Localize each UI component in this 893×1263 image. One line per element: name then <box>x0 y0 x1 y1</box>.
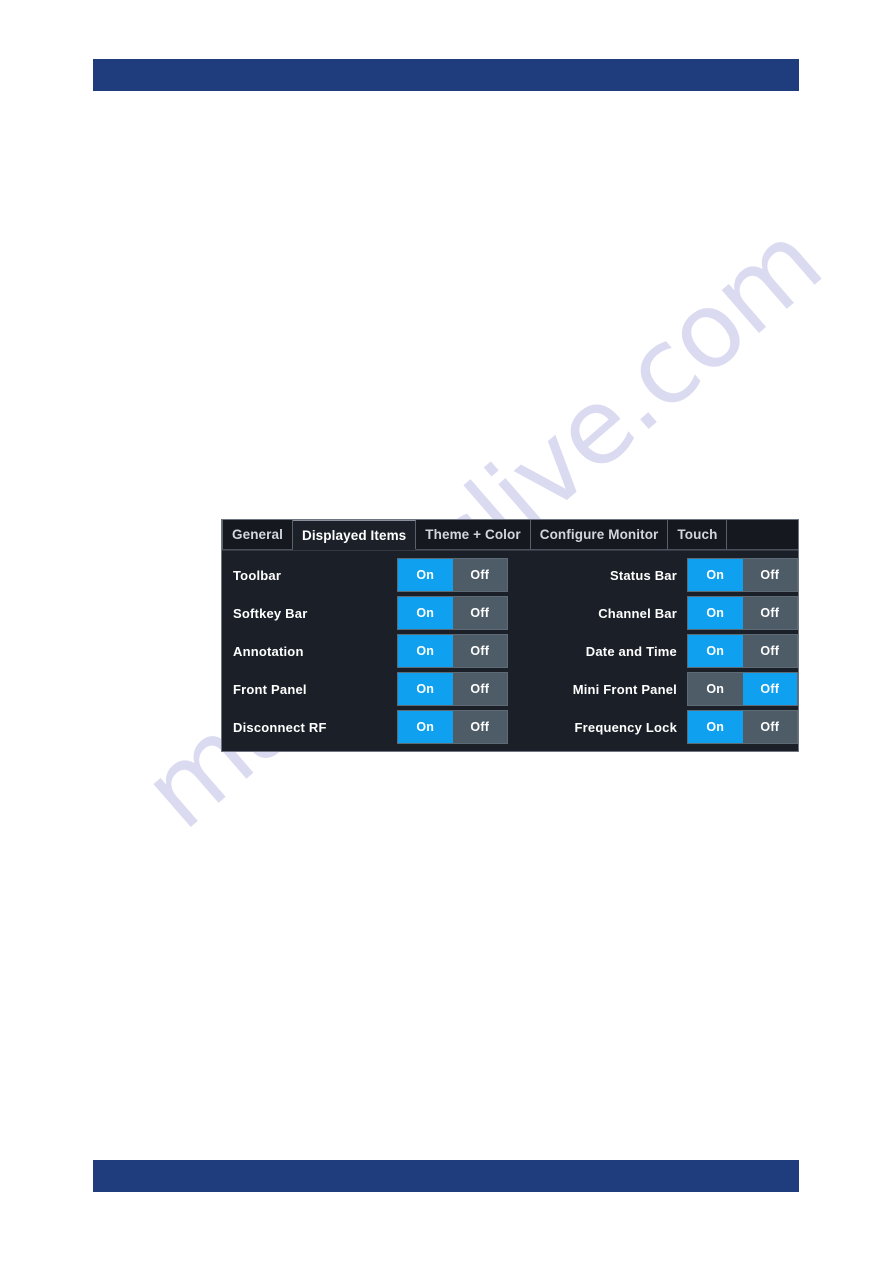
left-settings-column: Toolbar On Off Softkey Bar On Off Annota… <box>222 556 510 746</box>
setting-row-frequency-lock: Frequency Lock On Off <box>510 708 798 746</box>
setting-row-annotation: Annotation On Off <box>222 632 510 670</box>
toggle-front-panel[interactable]: On Off <box>397 672 508 706</box>
toggle-date-and-time[interactable]: On Off <box>687 634 798 668</box>
tab-configure-monitor-label: Configure Monitor <box>539 527 659 542</box>
tab-theme-color[interactable]: Theme + Color <box>416 520 531 549</box>
toggle-front-panel-off[interactable]: Off <box>453 673 508 705</box>
toggle-softkey-bar-on[interactable]: On <box>398 597 453 629</box>
toggle-date-and-time-on[interactable]: On <box>688 635 743 667</box>
tab-general[interactable]: General <box>222 520 293 549</box>
toggle-frequency-lock-off[interactable]: Off <box>743 711 798 743</box>
toggle-softkey-bar-off[interactable]: Off <box>453 597 508 629</box>
toggle-toolbar[interactable]: On Off <box>397 558 508 592</box>
tab-displayed-items[interactable]: Displayed Items <box>292 520 417 550</box>
toggle-status-bar-off[interactable]: Off <box>743 559 798 591</box>
toggle-date-and-time-off[interactable]: Off <box>743 635 798 667</box>
toggle-channel-bar-off[interactable]: Off <box>743 597 798 629</box>
toggle-mini-front-panel[interactable]: On Off <box>687 672 798 706</box>
setting-label-toolbar: Toolbar <box>233 567 282 583</box>
setting-row-toolbar: Toolbar On Off <box>222 556 510 594</box>
toggle-softkey-bar[interactable]: On Off <box>397 596 508 630</box>
toggle-toolbar-off[interactable]: Off <box>453 559 508 591</box>
setting-row-front-panel: Front Panel On Off <box>222 670 510 708</box>
tab-general-label: General <box>232 527 283 542</box>
setting-row-softkey-bar: Softkey Bar On Off <box>222 594 510 632</box>
setting-label-disconnect-rf: Disconnect RF <box>233 719 327 735</box>
tab-touch[interactable]: Touch <box>668 520 728 549</box>
tab-theme-color-label: Theme + Color <box>425 527 521 542</box>
displayed-items-panel: Toolbar On Off Softkey Bar On Off Annota… <box>222 550 798 751</box>
toggle-status-bar-on[interactable]: On <box>688 559 743 591</box>
toggle-disconnect-rf[interactable]: On Off <box>397 710 508 744</box>
toggle-annotation[interactable]: On Off <box>397 634 508 668</box>
toggle-channel-bar[interactable]: On Off <box>687 596 798 630</box>
setting-label-softkey-bar: Softkey Bar <box>233 605 308 621</box>
setting-label-channel-bar: Channel Bar <box>598 605 677 621</box>
toggle-front-panel-on[interactable]: On <box>398 673 453 705</box>
toggle-disconnect-rf-on[interactable]: On <box>398 711 453 743</box>
dialog-tab-strip: General Displayed Items Theme + Color Co… <box>222 520 798 550</box>
tab-strip-filler <box>727 520 798 549</box>
setting-row-mini-front-panel: Mini Front Panel On Off <box>510 670 798 708</box>
setting-row-date-and-time: Date and Time On Off <box>510 632 798 670</box>
toggle-annotation-on[interactable]: On <box>398 635 453 667</box>
toggle-status-bar[interactable]: On Off <box>687 558 798 592</box>
right-settings-column: Status Bar On Off Channel Bar On Off Dat… <box>510 556 798 746</box>
toggle-disconnect-rf-off[interactable]: Off <box>453 711 508 743</box>
page-header-rule <box>93 59 799 91</box>
toggle-frequency-lock[interactable]: On Off <box>687 710 798 744</box>
setting-row-disconnect-rf: Disconnect RF On Off <box>222 708 510 746</box>
setting-label-status-bar: Status Bar <box>609 567 677 583</box>
display-settings-dialog: General Displayed Items Theme + Color Co… <box>221 519 799 752</box>
setting-label-mini-front-panel: Mini Front Panel <box>572 681 677 697</box>
tab-touch-label: Touch <box>677 527 718 542</box>
setting-label-front-panel: Front Panel <box>233 681 307 697</box>
setting-label-date-and-time: Date and Time <box>585 643 677 659</box>
setting-label-frequency-lock: Frequency Lock <box>574 719 677 735</box>
tab-configure-monitor[interactable]: Configure Monitor <box>530 520 669 549</box>
setting-row-status-bar: Status Bar On Off <box>510 556 798 594</box>
page-footer-rule <box>93 1160 799 1192</box>
tab-displayed-items-label: Displayed Items <box>301 527 407 543</box>
toggle-mini-front-panel-on[interactable]: On <box>688 673 743 705</box>
toggle-frequency-lock-on[interactable]: On <box>688 711 743 743</box>
toggle-mini-front-panel-off[interactable]: Off <box>742 673 797 705</box>
setting-label-annotation: Annotation <box>233 643 304 659</box>
toggle-toolbar-on[interactable]: On <box>398 559 453 591</box>
toggle-annotation-off[interactable]: Off <box>453 635 508 667</box>
toggle-channel-bar-on[interactable]: On <box>688 597 743 629</box>
setting-row-channel-bar: Channel Bar On Off <box>510 594 798 632</box>
